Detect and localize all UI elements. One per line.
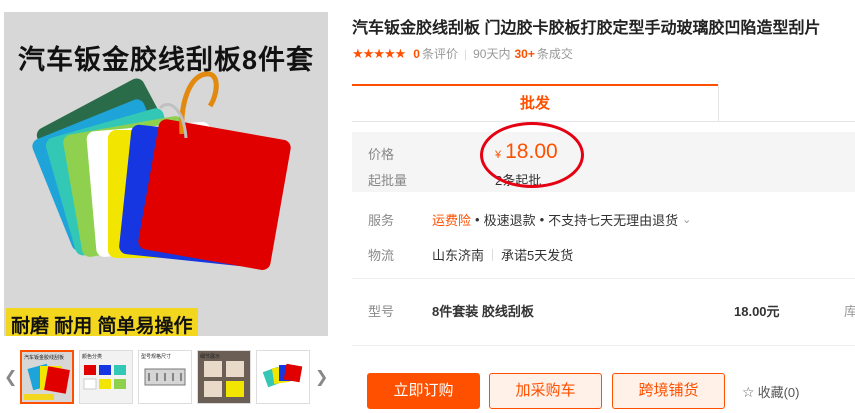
- chevron-left-icon[interactable]: ❮: [4, 366, 17, 390]
- product-stats: ★★★★★ 0 条评价 | 90天内 30+ 条成交: [352, 45, 573, 62]
- price-label: 价格: [368, 147, 395, 162]
- sku-label: 型号: [368, 304, 395, 319]
- thumbnail-3[interactable]: 型号规格尺寸: [138, 350, 192, 404]
- service-shipping-insurance[interactable]: 运费险: [432, 210, 471, 229]
- thumbnail-4-caption: 细节展示: [200, 354, 221, 360]
- logistics-row: 物流 山东济南 承诺5天发货: [368, 245, 573, 264]
- favorite-label: 收藏(0): [757, 385, 800, 400]
- feature-tag: 耐磨 耐用 简单易操作: [6, 308, 198, 336]
- sku-option-name[interactable]: 8件套装 胶线刮板: [432, 301, 534, 320]
- chevron-right-icon[interactable]: ❯: [315, 366, 328, 390]
- min-order-label: 起批量: [368, 173, 408, 188]
- logistics-label: 物流: [368, 248, 395, 263]
- sold-count: 30+: [514, 46, 535, 61]
- min-order-value: 2条起批: [495, 173, 542, 188]
- thumbnail-4[interactable]: 细节展示: [197, 350, 251, 404]
- purchase-tabs: 批发: [352, 84, 855, 122]
- rating-stars-icon: ★★★★★: [352, 45, 406, 61]
- review-label[interactable]: 条评价: [422, 45, 458, 62]
- thumbnail-2-caption: 颜色分类: [82, 354, 103, 360]
- service-no-return: 不支持七天无理由退货: [548, 213, 679, 228]
- star-outline-icon: ☆: [742, 384, 755, 400]
- product-title: 汽车钣金胶线刮板 门边胶卡胶板打胶定型手动玻璃胶凹陷造型刮片: [352, 20, 821, 37]
- service-row: 服务 运费险 • 极速退款 • 不支持七天无理由退货 ⌄: [368, 210, 691, 229]
- price-value: ¥18.00: [495, 140, 558, 164]
- sku-stock-truncated: 库: [844, 304, 855, 319]
- bullet-separator: •: [475, 212, 480, 227]
- thumbnail-5-image: [257, 351, 309, 403]
- banner-title: 汽车钣金胶线刮板8件套: [18, 45, 315, 75]
- review-count[interactable]: 0: [413, 47, 420, 61]
- tab-wholesale[interactable]: 批发: [352, 84, 718, 122]
- logistics-promise: 承诺5天发货: [501, 248, 574, 263]
- price-number: 18.00: [505, 140, 558, 163]
- tab-divider: [718, 84, 719, 122]
- service-fast-refund: 极速退款: [483, 213, 536, 228]
- sold-label: 条成交: [536, 47, 573, 61]
- sku-option-price: 18.00元: [734, 304, 780, 319]
- main-product-image[interactable]: 汽车钣金胶线刮板8件套 耐磨 耐用 简单易操作: [4, 12, 328, 336]
- thumbnail-1[interactable]: 汽车钣金胶线刮板: [20, 350, 74, 404]
- bullet-separator: •: [539, 212, 545, 227]
- thumbnail-1-caption: 汽车钣金胶线刮板: [24, 355, 65, 361]
- sku-selector: 型号 8件套装 胶线刮板 18.00元 库: [352, 278, 855, 346]
- service-label: 服务: [368, 213, 395, 228]
- add-to-cart-button[interactable]: 加采购车: [489, 373, 602, 409]
- thumbnail-3-caption: 型号规格尺寸: [141, 354, 172, 360]
- thumbnail-strip: ❮ 汽车钣金胶线刮板 颜色分类 型号规格尺寸 细节展示 ❯: [4, 350, 329, 406]
- thumbnail-5[interactable]: [256, 350, 310, 404]
- thumbnail-2[interactable]: 颜色分类: [79, 350, 133, 404]
- favorite-button[interactable]: ☆ 收藏(0): [742, 382, 799, 401]
- days-label: 90天内: [473, 47, 511, 61]
- chevron-down-icon[interactable]: ⌄: [682, 213, 691, 226]
- currency-symbol: ¥: [495, 149, 502, 161]
- divider: [492, 248, 494, 261]
- divider: |: [463, 46, 468, 61]
- buy-now-button[interactable]: 立即订购: [367, 373, 480, 409]
- logistics-origin: 山东济南: [432, 248, 485, 263]
- price-box: 价格 ¥18.00 起批量 2条起批: [352, 132, 855, 192]
- cross-border-button[interactable]: 跨境铺货: [612, 373, 725, 409]
